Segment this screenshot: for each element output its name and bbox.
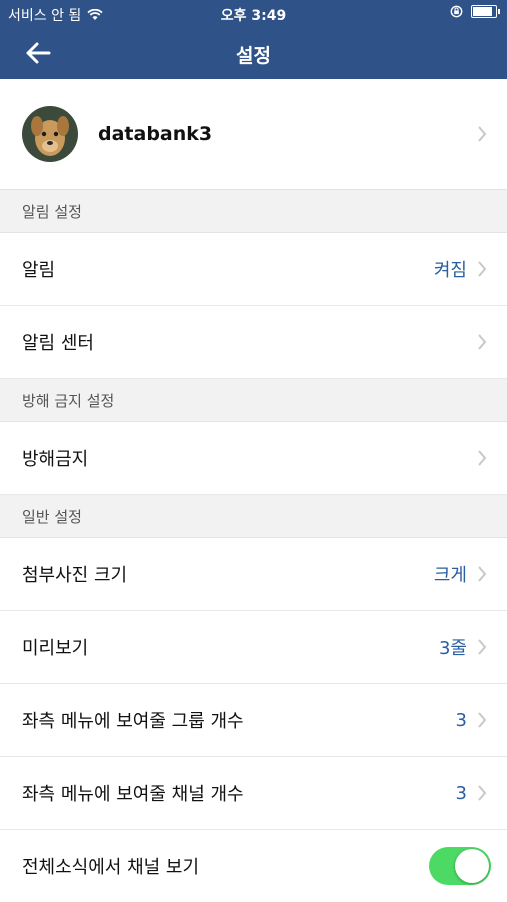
alarm-center-label: 알림 센터 bbox=[22, 333, 94, 354]
group-count-row[interactable]: 좌측 메뉴에 보여줄 그룹 개수 3 bbox=[0, 684, 507, 757]
alarm-center-row[interactable]: 알림 센터 bbox=[0, 306, 507, 379]
photo-size-label: 첨부사진 크기 bbox=[22, 565, 128, 586]
channel-news-row: 전체소식에서 채널 보기 bbox=[0, 830, 507, 902]
chevron-right-icon bbox=[478, 126, 487, 142]
preview-label: 미리보기 bbox=[22, 638, 89, 659]
page-title: 설정 bbox=[236, 45, 271, 67]
chevron-right-icon bbox=[478, 785, 487, 801]
status-bar: 서비스 안 됨 오후 3:49 bbox=[0, 0, 507, 26]
toggle-knob bbox=[455, 849, 489, 883]
channel-news-toggle[interactable] bbox=[429, 847, 491, 885]
battery-icon bbox=[471, 5, 500, 18]
channel-count-label: 좌측 메뉴에 보여줄 채널 개수 bbox=[22, 784, 244, 805]
preview-row[interactable]: 미리보기 3줄 bbox=[0, 611, 507, 684]
chevron-right-icon bbox=[478, 450, 487, 466]
avatar bbox=[22, 106, 78, 162]
navigation-bar: 설정 bbox=[0, 26, 507, 79]
channel-news-label: 전체소식에서 채널 보기 bbox=[22, 857, 200, 878]
dnd-row[interactable]: 방해금지 bbox=[0, 422, 507, 495]
preview-value: 3줄 bbox=[438, 638, 467, 659]
chevron-right-icon bbox=[478, 712, 487, 728]
status-time: 오후 3:49 bbox=[220, 8, 287, 24]
chevron-right-icon bbox=[478, 566, 487, 582]
section-header-general: 일반 설정 bbox=[0, 495, 507, 538]
dnd-label: 방해금지 bbox=[22, 449, 89, 470]
section-header-alarm: 알림 설정 bbox=[0, 190, 507, 233]
status-right bbox=[450, 5, 500, 18]
alarm-label: 알림 bbox=[22, 260, 56, 281]
channel-count-value: 3 bbox=[455, 782, 467, 804]
section-header-dnd: 방해 금지 설정 bbox=[0, 379, 507, 422]
alarm-value: 켜짐 bbox=[433, 260, 467, 281]
chevron-right-icon bbox=[478, 261, 487, 277]
channel-count-row[interactable]: 좌측 메뉴에 보여줄 채널 개수 3 bbox=[0, 757, 507, 830]
alarm-row[interactable]: 알림 켜짐 bbox=[0, 233, 507, 306]
photo-size-value: 크게 bbox=[433, 565, 467, 586]
group-count-value: 3 bbox=[455, 709, 467, 731]
group-count-label: 좌측 메뉴에 보여줄 그룹 개수 bbox=[22, 711, 244, 732]
chevron-right-icon bbox=[478, 639, 487, 655]
profile-row[interactable]: databank3 bbox=[0, 79, 507, 190]
profile-name: databank3 bbox=[98, 123, 213, 145]
chevron-right-icon bbox=[478, 334, 487, 350]
rotation-lock-icon bbox=[450, 5, 463, 18]
photo-size-row[interactable]: 첨부사진 크기 크게 bbox=[0, 538, 507, 611]
